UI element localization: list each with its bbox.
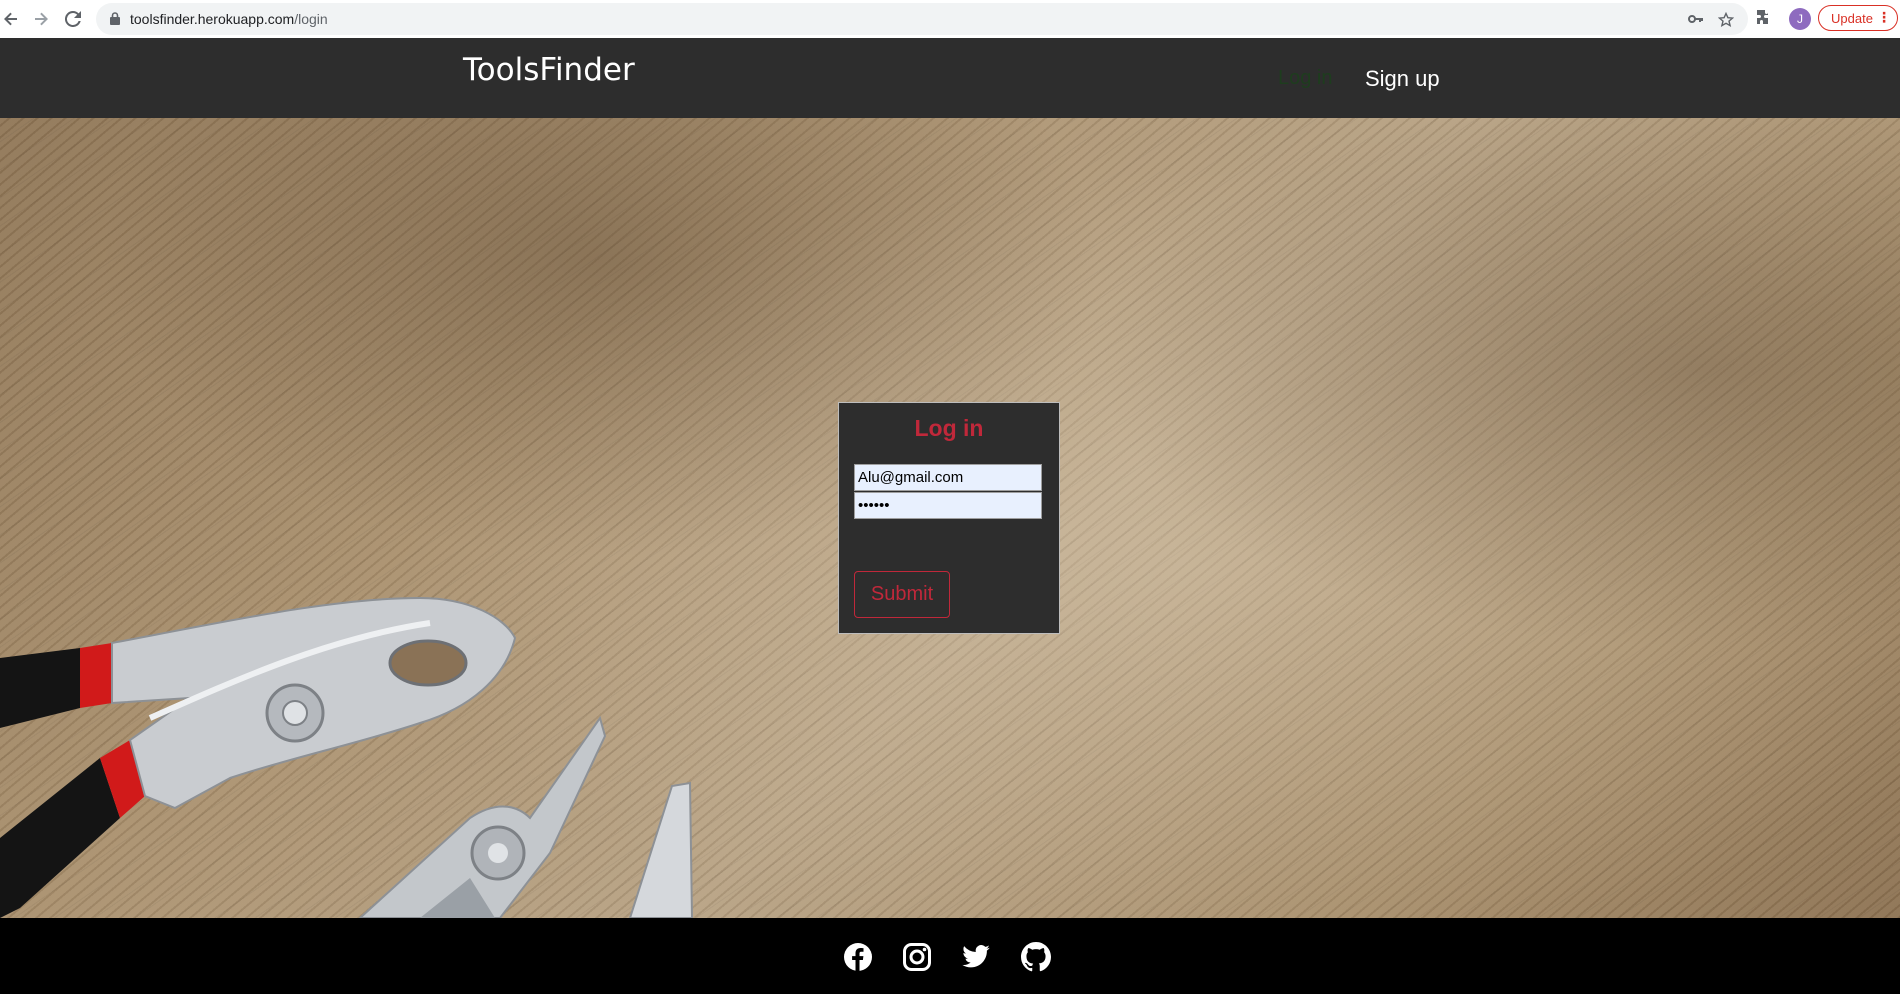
email-input[interactable] [854, 464, 1042, 491]
star-icon[interactable] [1717, 11, 1735, 33]
key-icon[interactable] [1688, 12, 1704, 31]
facebook-icon[interactable] [843, 942, 873, 972]
lock-icon [110, 12, 120, 30]
github-icon[interactable] [1021, 942, 1051, 972]
instagram-icon[interactable] [902, 942, 932, 972]
twitter-icon[interactable] [961, 942, 991, 972]
more-vert-icon: ⋮ [1877, 9, 1891, 25]
address-bar[interactable]: toolsfinder.herokuapp.com/login [96, 3, 1748, 35]
nav-login-link[interactable]: Log in [1278, 67, 1333, 90]
profile-avatar[interactable]: J [1789, 8, 1811, 30]
brand-logo[interactable]: ToolsFinder [463, 52, 635, 88]
browser-update-button[interactable]: Update ⋮ [1818, 5, 1898, 31]
submit-button[interactable]: Submit [854, 571, 950, 618]
nav-signup-link[interactable]: Sign up [1365, 66, 1440, 92]
site-navbar: ToolsFinder Log in Sign up [0, 38, 1900, 118]
url-path: /login [294, 11, 328, 27]
url-host: toolsfinder.herokuapp.com [130, 11, 295, 27]
url-text: toolsfinder.herokuapp.com/login [130, 11, 328, 27]
login-card: Log in Submit [838, 402, 1060, 634]
site-footer [0, 918, 1900, 994]
update-label: Update [1831, 10, 1873, 26]
reload-icon[interactable] [62, 8, 84, 30]
extensions-icon[interactable] [1756, 9, 1772, 30]
page-bottom-strip [0, 994, 1900, 1006]
browser-toolbar: toolsfinder.herokuapp.com/login J Update… [0, 0, 1900, 39]
password-input[interactable] [854, 492, 1042, 519]
login-title: Log in [914, 415, 984, 441]
forward-icon[interactable] [30, 8, 52, 30]
back-icon[interactable] [0, 8, 22, 30]
